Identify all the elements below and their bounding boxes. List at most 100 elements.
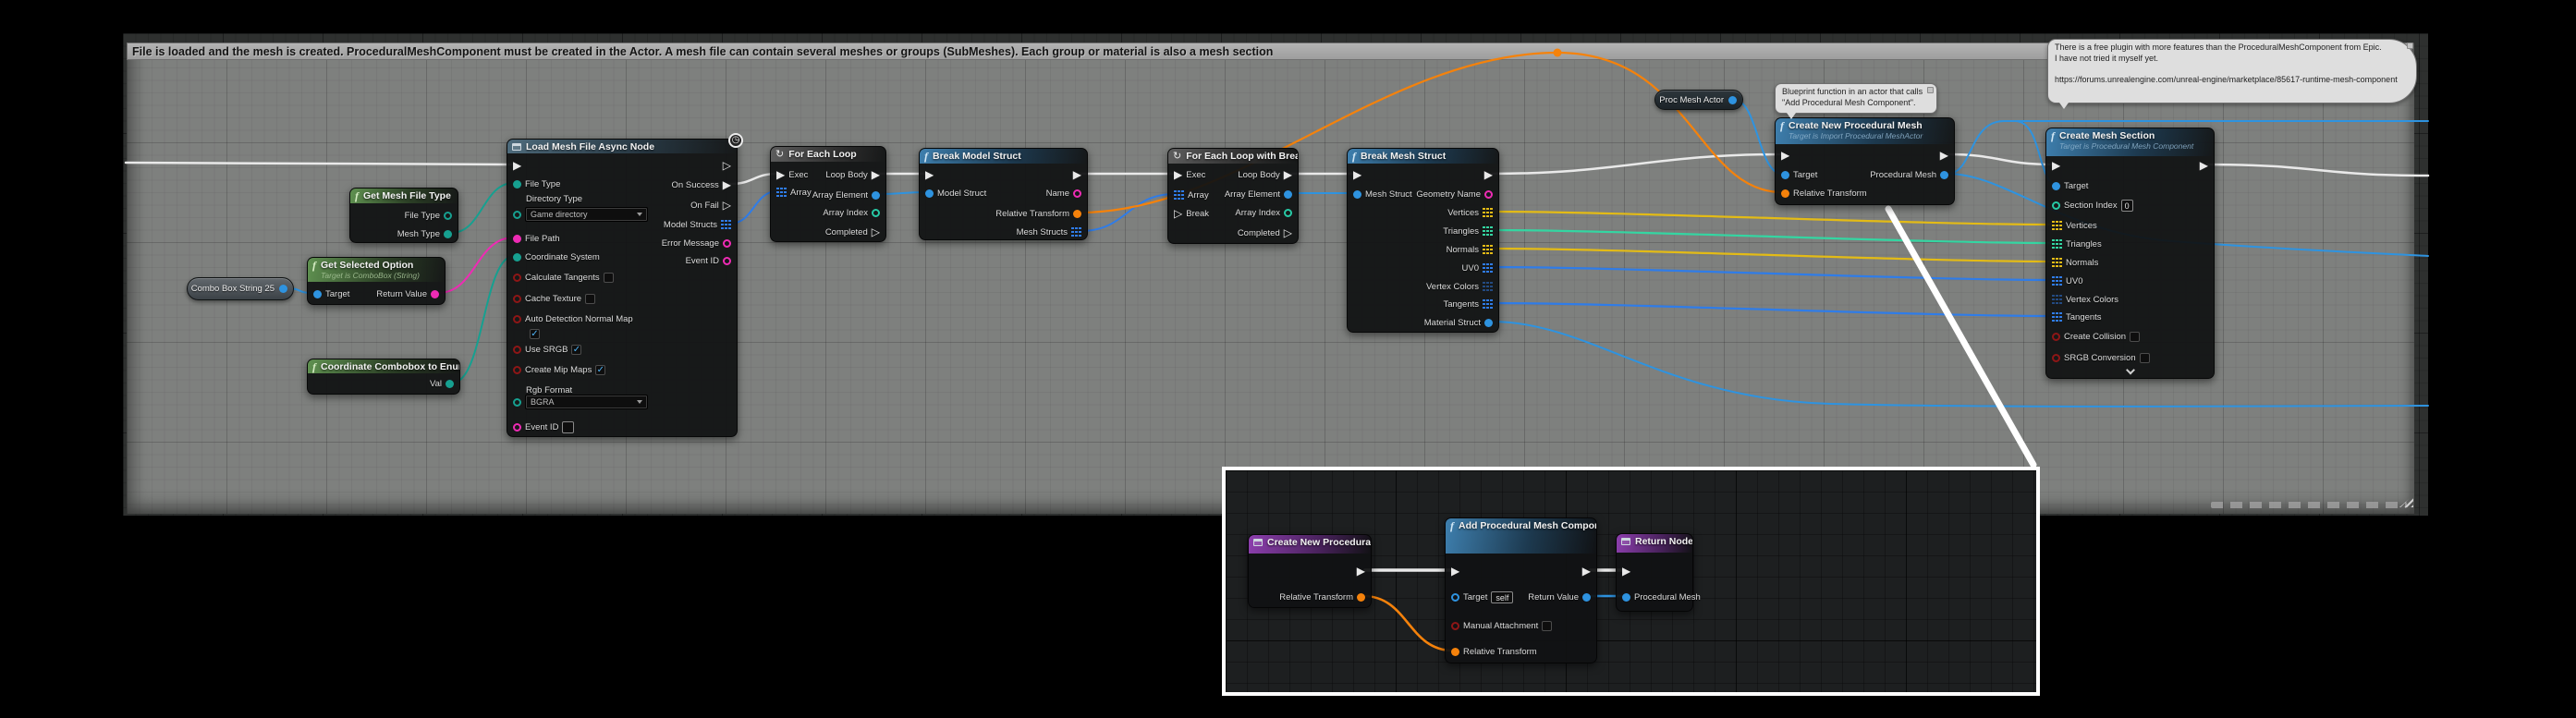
checkbox[interactable]: ✓: [595, 365, 605, 375]
exec-pin-on-fail[interactable]: ▷: [723, 200, 731, 211]
dropdown-load-mesh-file-async-node[interactable]: BGRA: [525, 395, 648, 409]
exec-pin[interactable]: ▶: [2200, 160, 2208, 171]
pin-section-index[interactable]: [2052, 201, 2060, 210]
exec-pin-on-success[interactable]: ▶: [723, 179, 731, 190]
pin-relative-transform[interactable]: [1451, 648, 1459, 656]
array-pin-array[interactable]: [776, 188, 787, 198]
pin-val[interactable]: [446, 380, 454, 388]
checkbox[interactable]: ✓: [571, 345, 581, 355]
note-create-mesh-section[interactable]: There is a free plugin with more feature…: [2047, 39, 2417, 103]
pin-target[interactable]: [1451, 593, 1459, 602]
array-pin-tangents[interactable]: [1483, 299, 1493, 310]
node-inset-add-procedural-mesh-component[interactable]: fAdd Procedural Mesh Component▶▶Targetse…: [1445, 517, 1597, 663]
pin-create-collision[interactable]: [2052, 333, 2060, 341]
pin-name[interactable]: [1073, 189, 1081, 198]
pin-file-path[interactable]: [513, 235, 521, 243]
pin-return-value[interactable]: [1582, 593, 1591, 602]
exec-pin[interactable]: ▶: [1484, 169, 1493, 180]
pin-coordinate-system[interactable]: [513, 253, 521, 262]
textbox[interactable]: [562, 421, 574, 433]
pin-event-id[interactable]: [723, 257, 731, 265]
exec-pin[interactable]: ▶: [925, 169, 934, 180]
node-for-each-loop[interactable]: ↻For Each Loop▶Exec▶Loop BodyArrayArray …: [770, 146, 886, 242]
pin-pin[interactable]: [513, 398, 521, 407]
exec-pin-completed[interactable]: ▷: [872, 226, 880, 237]
pin-model-struct[interactable]: [925, 189, 934, 198]
array-pin-uv0[interactable]: [2052, 276, 2062, 286]
exec-pin-loop-body[interactable]: ▶: [872, 169, 880, 180]
exec-pin[interactable]: ▶: [1781, 150, 1789, 161]
array-pin-mesh-structs[interactable]: [1071, 227, 1081, 237]
pin-event-id[interactable]: [513, 423, 521, 432]
array-pin-model-structs[interactable]: [721, 220, 731, 230]
array-pin-triangles[interactable]: [1483, 226, 1493, 237]
checkbox[interactable]: ✓: [530, 329, 540, 339]
exec-pin[interactable]: ▶: [1582, 566, 1591, 577]
array-pin-vertex-colors[interactable]: [1483, 282, 1493, 292]
node-break-mesh-struct[interactable]: fBreak Mesh Struct▶▶Mesh StructGeometry …: [1347, 148, 1499, 333]
exec-pin[interactable]: ▶: [513, 160, 521, 171]
exec-pin[interactable]: ▶: [1353, 169, 1361, 180]
array-pin-vertices[interactable]: [1483, 208, 1493, 218]
exec-pin[interactable]: ▶: [1622, 566, 1630, 577]
exec-pin[interactable]: ▶: [1357, 566, 1365, 577]
exec-pin-completed[interactable]: ▷: [1284, 227, 1292, 238]
pin-array-element[interactable]: [872, 191, 880, 200]
exec-pin-loop-body[interactable]: ▶: [1284, 169, 1292, 180]
pin-relative-transform[interactable]: [1357, 593, 1365, 602]
variable-node-proc-mesh-actor[interactable]: Proc Mesh Actor: [1654, 90, 1743, 110]
exec-pin[interactable]: ▶: [2052, 160, 2060, 171]
pin-calculate-tangents[interactable]: [513, 274, 521, 282]
array-pin-vertex-colors[interactable]: [2052, 295, 2062, 305]
node-create-new-procedural-mesh[interactable]: fCreate New Procedural MeshTarget is Imp…: [1775, 117, 1955, 205]
node-create-mesh-section[interactable]: fCreate Mesh SectionTarget is Procedural…: [2045, 128, 2215, 379]
pin-file-type[interactable]: [444, 212, 452, 220]
node-inset-return-node[interactable]: Return Node▶Procedural Mesh: [1616, 533, 1693, 612]
pin-array-element[interactable]: [1284, 190, 1292, 199]
pin-geometry-name[interactable]: [1484, 190, 1493, 199]
checkbox[interactable]: [2140, 353, 2150, 363]
node-coordinate-combobox-to-enum[interactable]: fCoordinate Combobox to EnumVal: [307, 359, 460, 395]
array-pin-array[interactable]: [1174, 190, 1184, 201]
pin-output[interactable]: [279, 285, 287, 293]
pin-file-type[interactable]: [513, 180, 521, 189]
pin-use-srgb[interactable]: [513, 346, 521, 354]
textbox[interactable]: self: [1491, 591, 1513, 603]
bubble-pin-icon[interactable]: [1927, 87, 1934, 93]
array-pin-normals[interactable]: [2052, 258, 2062, 268]
checkbox[interactable]: [1542, 621, 1552, 631]
bubble-pin-icon[interactable]: [2407, 43, 2413, 49]
pin-procedural-mesh[interactable]: [1940, 171, 1948, 179]
pin-mesh-struct[interactable]: [1353, 190, 1361, 199]
node-get-selected-option[interactable]: fGet Selected OptionTarget is ComboBox (…: [307, 257, 446, 305]
pin-array-index[interactable]: [1284, 209, 1292, 217]
array-pin-triangles[interactable]: [2052, 239, 2062, 249]
pin-material-struct[interactable]: [1484, 319, 1493, 327]
pin-error-message[interactable]: [723, 239, 731, 248]
exec-pin-break[interactable]: ▷: [1174, 208, 1182, 219]
array-pin-tangents[interactable]: [2052, 312, 2062, 322]
pin-relative-transform[interactable]: [1781, 189, 1789, 198]
exec-pin[interactable]: ▶: [1073, 169, 1081, 180]
pin-array-index[interactable]: [872, 209, 880, 217]
pin-relative-transform[interactable]: [1073, 210, 1081, 218]
checkbox[interactable]: [2130, 332, 2140, 342]
pin-create-mip-maps[interactable]: [513, 366, 521, 374]
pin-target[interactable]: [2052, 182, 2060, 190]
node-get-mesh-file-type[interactable]: fGet Mesh File TypeFile TypeMesh Type: [349, 188, 458, 243]
exec-pin-exec[interactable]: ▶: [1174, 169, 1182, 180]
node-break-model-struct[interactable]: fBreak Model Struct▶▶Model StructNameRel…: [919, 148, 1088, 240]
array-pin-vertices[interactable]: [2052, 221, 2062, 231]
pin-target[interactable]: [1781, 171, 1789, 179]
pin-pin[interactable]: [513, 211, 521, 219]
pin-output[interactable]: [1728, 96, 1737, 104]
variable-node-combo-box-string-25[interactable]: Combo Box String 25: [187, 277, 294, 300]
pin-srgb-conversion[interactable]: [2052, 354, 2060, 362]
pin-manual-attachment[interactable]: [1451, 622, 1459, 630]
note-create-new-procedural-mesh[interactable]: Blueprint function in an actor that call…: [1775, 83, 1937, 114]
exec-pin[interactable]: ▷: [723, 160, 731, 171]
exec-pin[interactable]: ▶: [1940, 150, 1948, 161]
checkbox[interactable]: [604, 273, 614, 283]
array-pin-normals[interactable]: [1483, 245, 1493, 255]
pin-procedural-mesh[interactable]: [1622, 593, 1630, 602]
